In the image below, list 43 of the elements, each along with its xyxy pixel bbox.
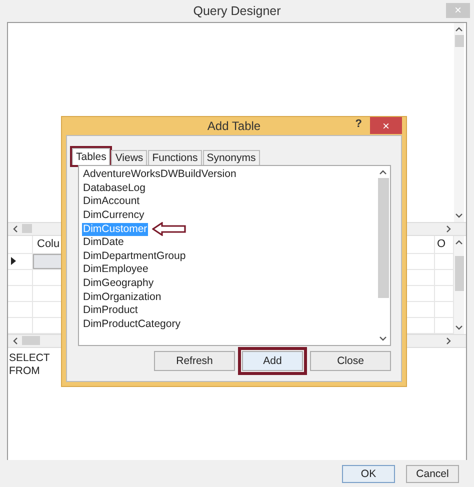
vertical-scrollbar[interactable] (454, 22, 464, 222)
scroll-thumb[interactable] (22, 336, 40, 346)
sql-text: FROM (9, 364, 40, 378)
scroll-down-icon[interactable] (379, 336, 387, 342)
tab[interactable]: Synonyms (202, 150, 260, 165)
scroll-left-icon[interactable] (12, 224, 18, 233)
table-list-item[interactable]: DatabaseLog (82, 182, 146, 195)
scroll-down-icon[interactable] (455, 212, 463, 219)
tab[interactable]: Tables (72, 148, 110, 165)
scroll-up-icon[interactable] (379, 169, 387, 175)
dialog-button[interactable]: OK (342, 464, 395, 483)
scroll-down-icon[interactable] (455, 324, 463, 331)
scroll-right-icon[interactable] (446, 224, 452, 233)
scroll-up-icon[interactable] (455, 238, 463, 245)
table-list-item[interactable]: DimDate (82, 236, 125, 250)
dialog-button[interactable]: Cancel (406, 464, 459, 483)
table-list-item[interactable]: DimProduct (82, 304, 139, 318)
sql-text: SELECT (9, 352, 50, 365)
current-row-icon (11, 257, 16, 266)
table-list-item[interactable]: DimEmployee (82, 263, 150, 276)
vertical-scrollbar[interactable] (454, 236, 464, 334)
scroll-up-icon[interactable] (455, 26, 463, 32)
tab[interactable]: Functions (148, 150, 202, 165)
help-button[interactable]: ? (355, 118, 362, 130)
scroll-thumb[interactable] (378, 178, 388, 298)
table-list-item[interactable]: DimCurrency (82, 209, 146, 222)
table-list-item[interactable]: DimGeography (82, 277, 155, 290)
scroll-thumb[interactable] (22, 224, 32, 234)
dialog-title: Add Table (207, 119, 261, 133)
window-title: Query Designer (193, 4, 281, 18)
table-list-item[interactable]: DimProductCategory (82, 318, 182, 331)
tab[interactable]: Views (111, 150, 148, 165)
scroll-thumb[interactable] (454, 34, 464, 47)
table-list-item[interactable]: DimAccount (82, 195, 141, 208)
scroll-thumb[interactable] (454, 256, 464, 291)
table-list-item[interactable]: AdventureWorksDWBuildVersion (82, 168, 238, 182)
scroll-right-icon[interactable] (446, 336, 452, 345)
dialog-button[interactable]: Close (310, 351, 391, 371)
close-button[interactable]: × (370, 117, 402, 134)
table-list-item[interactable]: DimDepartmentGroup (82, 250, 187, 263)
table-list-item[interactable]: DimOrganization (82, 290, 162, 304)
dialog-button[interactable]: Refresh (154, 351, 235, 371)
scroll-left-icon[interactable] (12, 336, 18, 345)
